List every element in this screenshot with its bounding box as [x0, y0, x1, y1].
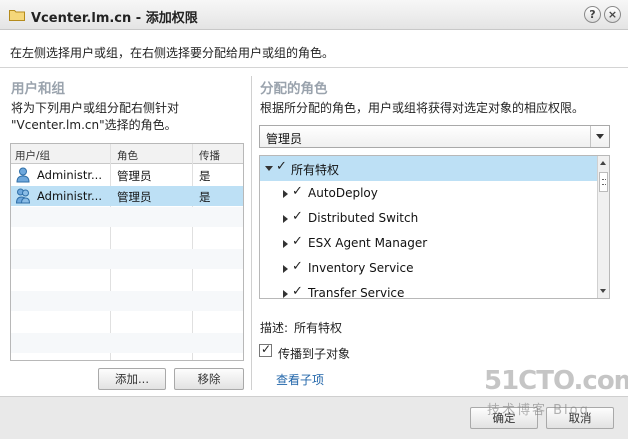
row-user: Administr... [37, 189, 102, 203]
check-icon: ✓ [261, 342, 272, 356]
tree-item-label: Inventory Service [308, 261, 414, 275]
collapsed-arrow-icon[interactable] [283, 240, 288, 248]
assigned-role-description: 根据所分配的角色，用户或组将获得对选定对象的相应权限。 [260, 101, 585, 115]
close-button[interactable]: × [604, 6, 621, 23]
row-user: Administr... [37, 168, 102, 182]
grip-icon [602, 179, 606, 185]
propagate-label[interactable]: 传播到子对象 [278, 345, 350, 362]
tree-item-label: Distributed Switch [308, 211, 419, 225]
collapsed-arrow-icon[interactable] [283, 190, 288, 198]
role-select[interactable]: 管理员 [259, 125, 610, 148]
description-line: 描述: 所有特权 [260, 319, 342, 336]
help-button[interactable]: ? [584, 6, 601, 23]
chevron-down-icon [596, 134, 604, 139]
tree-item-autodeploy[interactable]: ✓ AutoDeploy [260, 181, 598, 206]
panel-divider [251, 76, 252, 390]
tree-item-transfer-service[interactable]: ✓ Transfer Service [260, 281, 598, 299]
column-header-role[interactable]: 角色 [117, 148, 138, 163]
scroll-thumb[interactable] [599, 172, 608, 192]
tree-item-all-privileges[interactable]: ✓ 所有特权 [260, 156, 598, 181]
check-icon: ✓ [292, 209, 303, 224]
row-role: 管理员 [117, 190, 152, 204]
tree-item-label: 所有特权 [291, 163, 340, 177]
view-children-link[interactable]: 查看子项 [276, 371, 324, 388]
scroll-up-icon[interactable] [600, 161, 606, 165]
row-role: 管理员 [117, 169, 152, 183]
description-label: 描述: [260, 321, 289, 335]
users-groups-title: 用户和组 [11, 81, 65, 97]
column-header-propagate[interactable]: 传播 [199, 148, 220, 163]
window-title: Vcenter.lm.cn - 添加权限 [31, 11, 198, 26]
check-icon: ✓ [292, 284, 303, 299]
title-bar: Vcenter.lm.cn - 添加权限 ? × [0, 0, 628, 30]
empty-row [11, 249, 243, 269]
privilege-tree[interactable]: ✓ 所有特权 ✓ AutoDeploy ✓ Distributed Switch… [259, 155, 610, 299]
check-icon: ✓ [292, 259, 303, 274]
collapsed-arrow-icon[interactable] [283, 265, 288, 273]
tree-item-label: AutoDeploy [308, 186, 378, 200]
instruction-text: 在左侧选择用户或组，在右侧选择要分配给用户或组的角色。 [10, 46, 335, 60]
folder-icon [9, 10, 25, 21]
watermark-subtitle: 技术博客 Blog [487, 403, 590, 418]
tree-item-label: Transfer Service [308, 286, 405, 299]
collapsed-arrow-icon[interactable] [283, 215, 288, 223]
grid-header: 用户/组 角色 传播 [11, 144, 243, 164]
column-header-user[interactable]: 用户/组 [15, 148, 50, 163]
user-icon [16, 167, 30, 183]
propagate-checkbox[interactable]: ✓ [259, 342, 272, 357]
watermark-logo: 51CTO.com [484, 366, 628, 396]
empty-row [11, 291, 243, 311]
check-icon: ✓ [276, 159, 287, 174]
empty-row [11, 207, 243, 227]
table-row[interactable]: Administr... 管理员 是 [11, 165, 243, 185]
expand-arrow-icon[interactable] [265, 166, 273, 171]
empty-row [11, 333, 243, 353]
tree-scrollbar[interactable] [597, 156, 609, 298]
header-divider [0, 67, 628, 68]
tree-item-esx-agent-manager[interactable]: ✓ ESX Agent Manager [260, 231, 598, 256]
tree-item-inventory-service[interactable]: ✓ Inventory Service [260, 256, 598, 281]
users-groups-description: 将为下列用户或组分配右侧针对 "Vcenter.lm.cn"选择的角色。 [11, 101, 180, 132]
role-select-toggle[interactable] [590, 126, 609, 147]
row-propagate: 是 [199, 190, 211, 204]
description-value: 所有特权 [294, 321, 343, 335]
tree-item-distributed-switch[interactable]: ✓ Distributed Switch [260, 206, 598, 231]
table-row-selected[interactable]: Administr... 管理员 是 [11, 186, 243, 206]
remove-button[interactable]: 移除 [174, 368, 244, 390]
collapsed-arrow-icon[interactable] [283, 290, 288, 298]
add-button[interactable]: 添加... [98, 368, 166, 390]
role-select-value: 管理员 [266, 132, 303, 146]
check-icon: ✓ [292, 184, 303, 199]
assigned-role-title: 分配的角色 [260, 81, 328, 97]
row-propagate: 是 [199, 169, 211, 183]
group-icon [16, 188, 30, 204]
users-groups-grid[interactable]: 用户/组 角色 传播 Administr... 管理员 是 Administr.… [10, 143, 244, 361]
tree-item-label: ESX Agent Manager [308, 236, 428, 250]
check-icon: ✓ [292, 234, 303, 249]
scroll-down-icon[interactable] [600, 289, 606, 293]
